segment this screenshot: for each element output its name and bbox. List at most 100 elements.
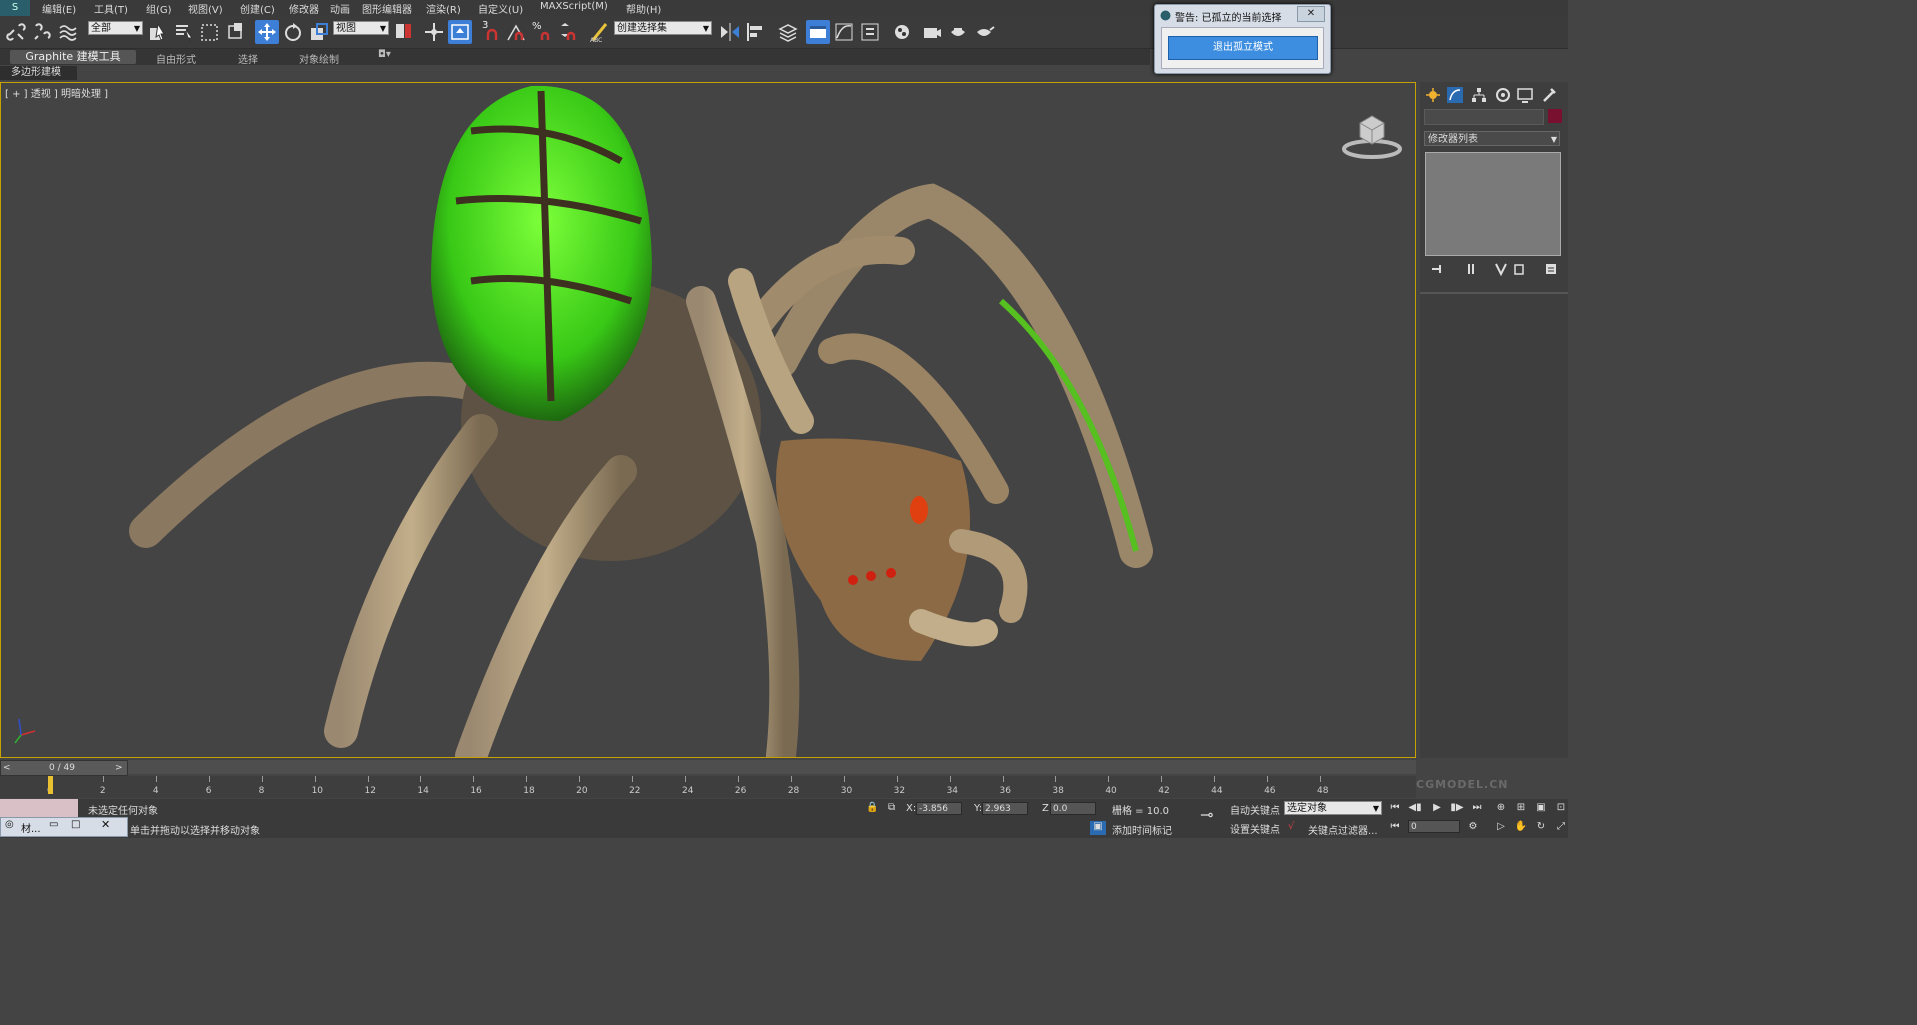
next-frame-icon[interactable]: > <box>115 761 123 775</box>
tab-polygon-modeling[interactable]: 多边形建模 <box>0 66 77 80</box>
pan-view-icon[interactable]: ✋ <box>1514 820 1528 834</box>
orbit-icon[interactable]: ↻ <box>1534 820 1548 834</box>
select-and-move-icon[interactable] <box>255 20 279 44</box>
pin-stack-icon[interactable] <box>1430 262 1444 276</box>
angle-snap-icon[interactable] <box>504 20 528 44</box>
go-to-end-icon[interactable]: ⏭ <box>1470 801 1484 815</box>
tab-freeform[interactable]: 自由形式 <box>156 51 196 66</box>
menu-help[interactable]: 帮助(H) <box>626 1 661 16</box>
unlink-icon[interactable] <box>30 20 54 44</box>
align-icon[interactable] <box>744 20 768 44</box>
key-filters-button[interactable]: 关键点过滤器... <box>1308 822 1378 837</box>
select-by-name-icon[interactable] <box>172 20 196 44</box>
render-setup-icon[interactable] <box>920 20 944 44</box>
y-coordinate-field[interactable]: 2.963 <box>982 802 1028 815</box>
menu-rendering[interactable]: 渲染(R) <box>426 1 461 16</box>
exit-isolation-button[interactable]: 退出孤立模式 <box>1168 36 1318 60</box>
zoom-icon[interactable]: ⊕ <box>1494 801 1508 815</box>
time-slider-track[interactable] <box>0 760 1416 774</box>
zoom-extents-all-icon[interactable]: ⊡ <box>1554 801 1568 815</box>
select-and-scale-icon[interactable] <box>307 20 331 44</box>
display-tab-icon[interactable] <box>1516 86 1534 104</box>
modify-tab-icon[interactable] <box>1446 86 1464 104</box>
menu-graph-editors[interactable]: 图形编辑器 <box>362 1 412 16</box>
x-coordinate-field[interactable]: -3.856 <box>916 802 962 815</box>
named-selection-dropdown[interactable]: 创建选择集 ▼ <box>614 21 712 35</box>
tab-graphite-modeling[interactable]: Graphite 建模工具 <box>10 50 136 64</box>
z-coordinate-field[interactable]: 0.0 <box>1050 802 1096 815</box>
time-slider[interactable]: < 0 / 49 > <box>0 760 128 776</box>
bind-space-warp-icon[interactable] <box>56 20 80 44</box>
modifier-stack[interactable] <box>1425 152 1561 256</box>
maxscript-listener-mini[interactable] <box>0 799 78 817</box>
selection-filter-dropdown[interactable]: 全部 ▼ <box>88 21 143 35</box>
mirror-icon[interactable] <box>718 20 742 44</box>
snaps-toggle-icon[interactable]: 3 <box>478 20 502 44</box>
viewcube-icon[interactable] <box>1341 109 1403 159</box>
perspective-viewport[interactable]: [ + ] 透视 ] 明暗处理 ] <box>0 82 1416 758</box>
dialog-close-button[interactable]: ✕ <box>1297 6 1325 22</box>
object-color-swatch[interactable] <box>1548 109 1562 123</box>
set-key-icon[interactable]: ⊸ <box>1200 805 1213 824</box>
motion-tab-icon[interactable] <box>1494 86 1512 104</box>
show-end-result-icon[interactable] <box>1464 262 1478 276</box>
time-configuration-icon[interactable]: ⚙ <box>1466 820 1480 834</box>
key-mode-dropdown[interactable]: 选定对象 ▼ <box>1284 801 1382 815</box>
app-logo-icon[interactable]: S <box>0 0 30 16</box>
menu-group[interactable]: 组(G) <box>146 1 172 16</box>
utilities-tab-icon[interactable] <box>1540 86 1558 104</box>
reference-coordinate-dropdown[interactable]: 视图 ▼ <box>333 21 389 35</box>
menu-views[interactable]: 视图(V) <box>188 1 223 16</box>
menu-animation[interactable]: 动画 <box>330 1 350 16</box>
hierarchy-tab-icon[interactable] <box>1470 86 1488 104</box>
lock-selection-icon[interactable]: 🔒 <box>866 802 878 813</box>
next-frame-icon[interactable]: ▮▶ <box>1450 801 1464 815</box>
remove-modifier-icon[interactable] <box>1512 262 1526 276</box>
time-tag-icon[interactable]: ▣ <box>1090 821 1106 835</box>
spider-model[interactable] <box>1 83 1415 757</box>
scene-explorer-icon[interactable] <box>806 20 830 44</box>
spinner-snap-icon[interactable] <box>556 20 580 44</box>
select-manipulate-icon[interactable] <box>422 20 446 44</box>
absolute-mode-icon[interactable]: ⧉ <box>888 802 895 813</box>
set-key-button[interactable]: 设置关键点 <box>1230 821 1280 836</box>
make-unique-icon[interactable] <box>1494 262 1508 276</box>
percent-snap-icon[interactable]: % <box>530 20 554 44</box>
prev-frame-icon[interactable]: < <box>3 761 11 775</box>
play-icon[interactable]: ▶ <box>1430 801 1444 815</box>
menu-create[interactable]: 创建(C) <box>240 1 275 16</box>
select-and-rotate-icon[interactable] <box>281 20 305 44</box>
tab-selection[interactable]: 选择 <box>238 51 258 66</box>
schematic-view-icon[interactable] <box>858 20 882 44</box>
maximize-icon[interactable]: □ <box>71 819 80 830</box>
rectangular-selection-icon[interactable] <box>198 20 222 44</box>
go-to-start-icon[interactable]: ⏮ <box>1388 801 1402 815</box>
current-time-marker[interactable] <box>48 776 53 794</box>
tab-object-paint[interactable]: 对象绘制 <box>299 51 339 66</box>
restore-icon[interactable]: ▭ <box>49 819 58 830</box>
menu-modifiers[interactable]: 修改器 <box>289 1 319 16</box>
field-of-view-icon[interactable]: ▷ <box>1494 820 1508 834</box>
menu-maxscript[interactable]: MAXScript(M) <box>540 1 608 12</box>
modifier-list-dropdown[interactable]: 修改器列表 ▼ <box>1424 131 1560 146</box>
key-mode-toggle-icon[interactable]: ⏮ <box>1388 820 1402 834</box>
curve-editor-icon[interactable] <box>832 20 856 44</box>
window-crossing-icon[interactable] <box>224 20 248 44</box>
render-production-icon[interactable] <box>972 20 996 44</box>
layer-manager-icon[interactable] <box>776 20 800 44</box>
menu-tools[interactable]: 工具(T) <box>94 1 128 16</box>
add-time-tag-button[interactable]: 添加时间标记 <box>1112 822 1172 837</box>
pivot-center-icon[interactable] <box>392 20 416 44</box>
maximize-viewport-icon[interactable]: ⤢ <box>1554 820 1568 834</box>
configure-modifier-sets-icon[interactable] <box>1544 262 1558 276</box>
previous-frame-icon[interactable]: ◀▮ <box>1408 801 1422 815</box>
zoom-all-icon[interactable]: ⊞ <box>1514 801 1528 815</box>
object-name-field[interactable] <box>1424 109 1544 125</box>
minimized-window[interactable]: ◎ 材... ▭ □ ✕ <box>0 817 128 837</box>
edit-named-selection-icon[interactable]: ABC <box>588 20 612 44</box>
rendered-frame-window-icon[interactable] <box>946 20 970 44</box>
create-tab-icon[interactable] <box>1424 86 1442 104</box>
close-icon[interactable]: ✕ <box>101 818 110 831</box>
material-editor-icon[interactable] <box>890 20 914 44</box>
menu-customize[interactable]: 自定义(U) <box>478 1 523 16</box>
